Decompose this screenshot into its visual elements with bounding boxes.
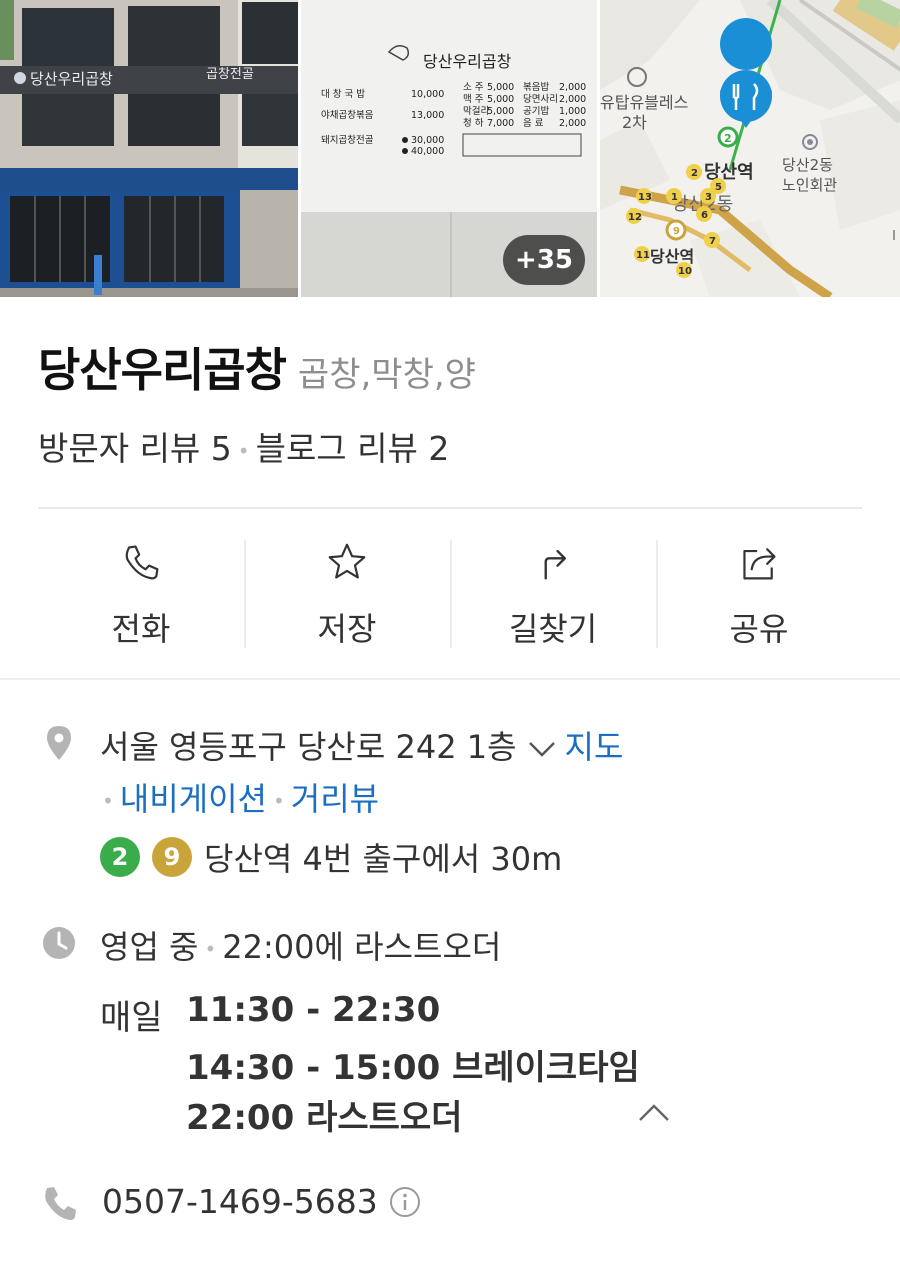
subway-info: 2 9 당산역 4번 출구에서 30m bbox=[100, 834, 562, 880]
svg-text:대 창 국 밥: 대 창 국 밥 bbox=[321, 89, 365, 100]
svg-text:맥 주: 맥 주 bbox=[463, 94, 484, 105]
svg-text:노인회관: 노인회관 bbox=[782, 176, 837, 194]
chevron-down-icon[interactable] bbox=[527, 739, 557, 759]
streetview-link[interactable]: 거리뷰 bbox=[291, 780, 379, 818]
svg-text:5,000: 5,000 bbox=[487, 106, 514, 117]
svg-text:40,000: 40,000 bbox=[411, 146, 444, 157]
svg-text:1: 1 bbox=[671, 192, 678, 203]
svg-text:11: 11 bbox=[636, 250, 650, 261]
map-thumbnail[interactable]: 유탑유블레스 2차 당산2동 노인회관 2 당산역 당산2동 당산역 13 12… bbox=[600, 0, 900, 297]
svg-text:곱창전골: 곱창전골 bbox=[206, 67, 254, 82]
directions-label: 길찾기 bbox=[508, 610, 598, 648]
photo-strip: 당산우리곱창 곱창전골 당산우리곱창 대 창 국 밥 10,000 야채곱창볶음… bbox=[0, 0, 900, 297]
review-summary: 방문자 리뷰 5 • 블로그 리뷰 2 bbox=[38, 422, 449, 470]
svg-text:당면사리: 당면사리 bbox=[523, 94, 558, 105]
svg-text:5,000: 5,000 bbox=[487, 82, 514, 93]
svg-text:13: 13 bbox=[638, 192, 652, 203]
svg-text:볶음밥: 볶음밥 bbox=[523, 82, 549, 93]
svg-text:10,000: 10,000 bbox=[411, 89, 444, 100]
svg-text:7: 7 bbox=[709, 236, 716, 247]
phone-row: 0507-1469-5683 bbox=[102, 1182, 422, 1221]
address-row: 서울 영등포구 당산로 242 1층 지도 bbox=[100, 722, 623, 768]
svg-text:30,000: 30,000 bbox=[411, 135, 444, 146]
svg-text:당산우리곱창: 당산우리곱창 bbox=[30, 70, 113, 88]
call-label: 전화 bbox=[111, 610, 171, 648]
svg-text:5: 5 bbox=[715, 182, 722, 193]
share-icon bbox=[743, 548, 776, 580]
svg-text:음 료: 음 료 bbox=[523, 118, 544, 129]
share-button[interactable]: 공유 bbox=[656, 538, 862, 650]
location-pin-icon bbox=[47, 726, 71, 760]
last-order-note: 22:00에 라스트오더 bbox=[222, 928, 502, 966]
svg-text:당산2동: 당산2동 bbox=[782, 156, 833, 174]
svg-text:유탑유블레스: 유탑유블레스 bbox=[600, 93, 688, 112]
svg-text:당산역: 당산역 bbox=[704, 162, 754, 183]
place-header: 당산우리곱창 곱창,막창,양 bbox=[38, 334, 476, 400]
svg-text:9: 9 bbox=[673, 226, 680, 237]
navigation-link[interactable]: 내비게이션 bbox=[120, 780, 267, 818]
svg-text:7,000: 7,000 bbox=[487, 118, 514, 129]
svg-text:2차: 2차 bbox=[622, 113, 647, 132]
storefront-photo[interactable]: 당산우리곱창 곱창전골 bbox=[0, 0, 298, 297]
phone-number[interactable]: 0507-1469-5683 bbox=[102, 1182, 378, 1221]
svg-text:청 하: 청 하 bbox=[463, 117, 484, 129]
visitor-reviews-link[interactable]: 방문자 리뷰 5 bbox=[38, 429, 232, 468]
separator-dot: • bbox=[237, 438, 250, 463]
svg-text:공기밥: 공기밥 bbox=[523, 106, 549, 117]
svg-text:3: 3 bbox=[705, 192, 712, 203]
business-status-row[interactable]: 영업 중 • 22:00에 라스트오더 bbox=[100, 922, 501, 968]
map-link[interactable]: 지도 bbox=[565, 728, 624, 766]
hours-line: 14:30 - 15:00 브레이크타임 bbox=[186, 1048, 640, 1088]
hours-line: 22:00 라스트오더 bbox=[186, 1098, 463, 1138]
menu-photo[interactable]: 당산우리곱창 대 창 국 밥 10,000 야채곱창볶음 13,000 돼지곱창… bbox=[301, 0, 597, 297]
svg-text:2,000: 2,000 bbox=[559, 82, 586, 93]
subway-distance-text: 당산역 4번 출구에서 30m bbox=[204, 840, 563, 878]
save-button[interactable]: 저장 bbox=[244, 538, 450, 650]
svg-text:1,000: 1,000 bbox=[559, 106, 586, 117]
svg-text:13,000: 13,000 bbox=[411, 110, 444, 121]
hours-day: 매일 bbox=[100, 998, 163, 1038]
info-icon[interactable] bbox=[388, 1185, 422, 1219]
clock-icon bbox=[43, 927, 75, 959]
separator-dot: • bbox=[273, 789, 285, 813]
phone-icon bbox=[125, 545, 159, 580]
svg-text:막걸리: 막걸리 bbox=[463, 105, 489, 117]
separator-dot: • bbox=[102, 789, 114, 813]
svg-text:10: 10 bbox=[678, 266, 692, 277]
place-category: 곱창,막창,양 bbox=[297, 355, 476, 395]
share-label: 공유 bbox=[729, 610, 789, 648]
svg-text:2: 2 bbox=[691, 168, 698, 179]
svg-text:2,000: 2,000 bbox=[559, 118, 586, 129]
place-name: 당산우리곱창 bbox=[38, 343, 287, 397]
svg-text:2: 2 bbox=[724, 132, 732, 145]
subway-line-badge: 2 bbox=[100, 837, 140, 877]
svg-text:5,000: 5,000 bbox=[487, 94, 514, 105]
svg-text:소 주: 소 주 bbox=[463, 82, 484, 93]
call-button[interactable]: 전화 bbox=[38, 538, 244, 650]
chevron-up-icon[interactable] bbox=[636, 1100, 672, 1124]
address-links: • 내비게이션 • 거리뷰 bbox=[96, 774, 379, 820]
blog-reviews-link[interactable]: 블로그 리뷰 2 bbox=[256, 429, 450, 468]
star-icon bbox=[328, 543, 366, 579]
separator-dot: • bbox=[204, 937, 217, 961]
phone-icon bbox=[45, 1187, 76, 1220]
svg-text:2,000: 2,000 bbox=[559, 94, 586, 105]
hours-line: 11:30 - 22:30 bbox=[186, 990, 441, 1030]
svg-text:돼지곱창전골: 돼지곱창전골 bbox=[321, 135, 374, 146]
action-bar: 전화 저장 길찾기 공유 bbox=[38, 538, 862, 650]
svg-text:야채곱창볶음: 야채곱창볶음 bbox=[321, 110, 374, 121]
directions-icon bbox=[544, 549, 566, 580]
open-status: 영업 중 bbox=[100, 928, 199, 966]
svg-text:6: 6 bbox=[701, 210, 708, 221]
directions-button[interactable]: 길찾기 bbox=[450, 538, 656, 650]
divider bbox=[0, 678, 900, 680]
save-label: 저장 bbox=[317, 610, 377, 648]
svg-text:당산우리곱창: 당산우리곱창 bbox=[423, 52, 512, 71]
address-text: 서울 영등포구 당산로 242 1층 bbox=[100, 728, 517, 766]
subway-line-badge: 9 bbox=[152, 837, 192, 877]
divider bbox=[38, 507, 862, 509]
svg-text:12: 12 bbox=[628, 212, 642, 223]
more-photos-badge[interactable]: +35 bbox=[503, 235, 585, 285]
